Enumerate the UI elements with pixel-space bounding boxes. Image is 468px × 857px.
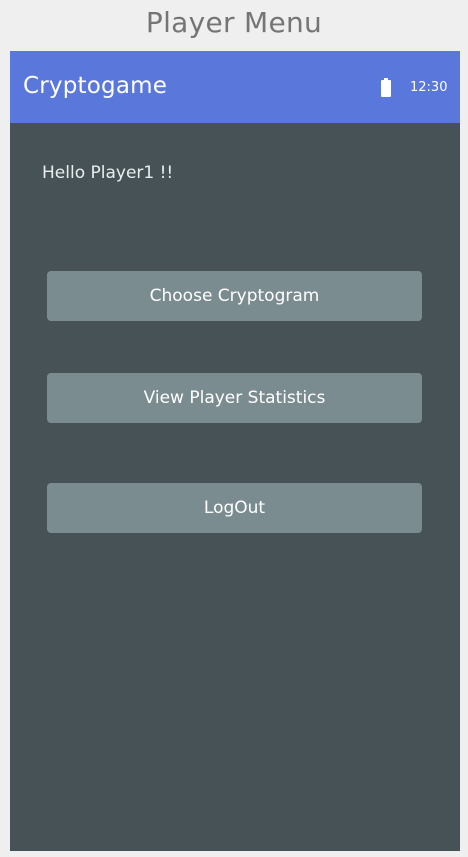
page-caption: Player Menu: [145, 6, 323, 39]
logout-button[interactable]: LogOut: [47, 483, 422, 533]
greeting-text: Hello Player1 !!: [42, 163, 174, 183]
status-clock: 12:30: [410, 80, 448, 95]
view-player-statistics-button[interactable]: View Player Statistics: [47, 373, 422, 423]
app-title: Cryptogame: [23, 73, 168, 99]
battery-icon: [381, 78, 391, 97]
app-bar: Cryptogame 12:30: [10, 51, 460, 123]
choose-cryptogram-button[interactable]: Choose Cryptogram: [47, 271, 422, 321]
phone-screen: Cryptogame 12:30 Hello Player1 !! Choose…: [10, 51, 460, 851]
